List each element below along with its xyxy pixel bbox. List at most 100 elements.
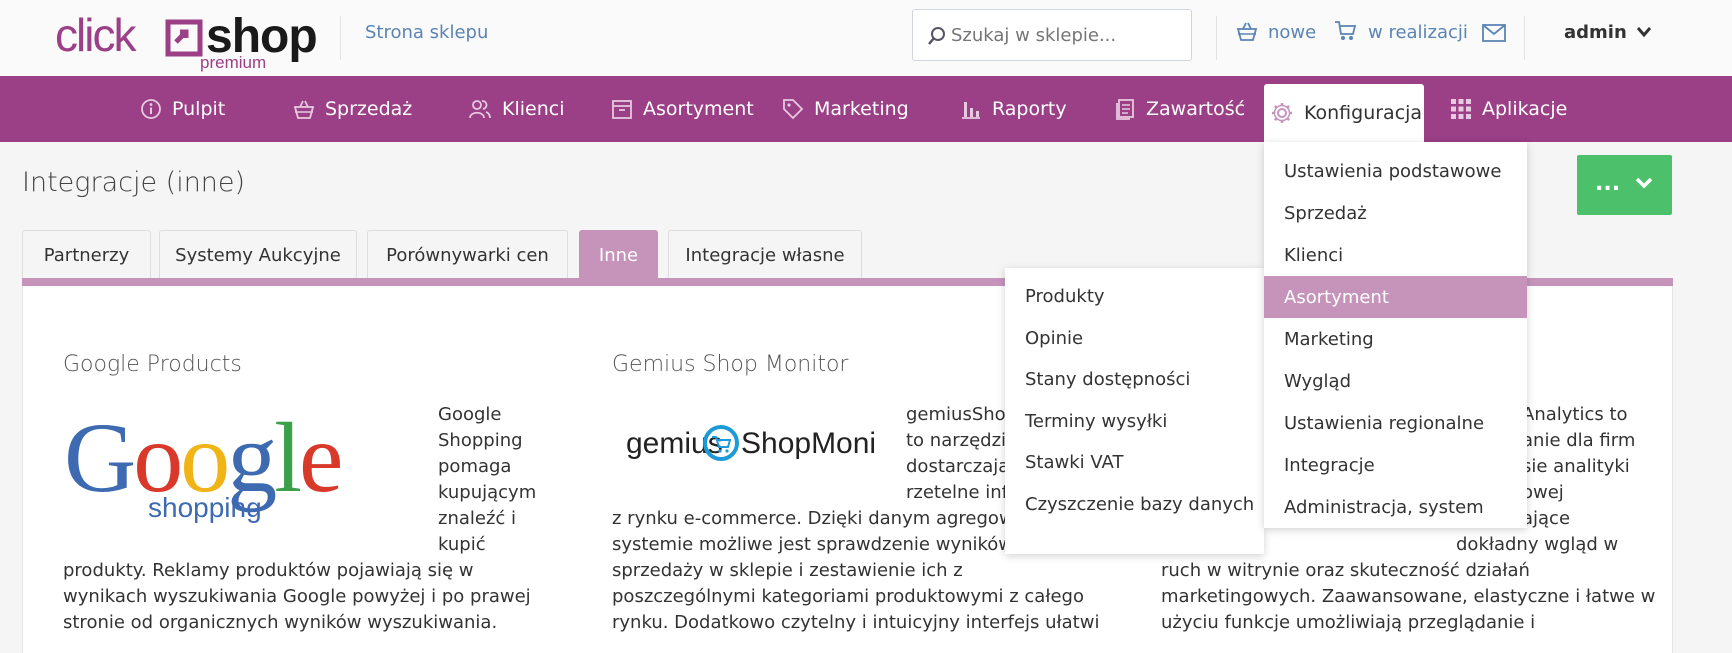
tab-label: Porównywarki cen [386,245,549,266]
user-menu[interactable]: admin [1564,22,1627,43]
text-line: rzetelne inf [906,482,1009,503]
search-input[interactable] [951,22,1181,48]
text-line: dostarczają [906,456,1010,477]
menu-item-integracje[interactable]: Integracje [1264,444,1527,486]
text-line: ruch w witrynie oraz skuteczność działań [1161,560,1530,581]
menu-item-ustawienia-regionalne[interactable]: Ustawienia regionalne [1264,402,1527,444]
nav-label: Sprzedaż [325,98,413,120]
orders-in-progress-link[interactable]: w realizacji [1368,22,1468,43]
nav-item-konfiguracja[interactable]: Konfiguracja [1264,84,1424,142]
info-icon [141,99,161,119]
nav-label: Klienci [502,98,565,120]
text-line: rynku. Dodatkowo czytelny i intuicyjny i… [612,612,1100,633]
page-title: Integracje (inne) [22,167,246,198]
submenu-item-opinie[interactable]: Opinie [1005,318,1264,360]
nav-item-zawartosc[interactable]: Zawartość [1114,76,1245,142]
search-icon [928,27,945,45]
mail-icon[interactable] [1482,24,1506,42]
cart-icon [1335,21,1357,40]
nav-item-klienci[interactable]: Klienci [468,76,564,142]
submenu-item-stany-dostepnosci[interactable]: Stany dostępności [1005,359,1264,401]
text-line: gemiusShop [906,404,1018,425]
nav-label: Zawartość [1146,98,1246,120]
tab-label: Integracje własne [685,245,845,266]
card-text-google: produkty. Reklamy produktów pojawiają si… [63,558,531,636]
konfiguracja-dropdown: Ustawienia podstawowe Sprzedaż Klienci A… [1264,142,1527,528]
text-line: sprzedaży w sklepie i zestawienie ich z [612,560,963,581]
chevron-down-icon [1635,177,1653,189]
card-text-analytics: ruch w witrynie oraz skuteczność działań… [1161,558,1655,636]
tab-inne[interactable]: Inne [579,230,658,280]
text-line: znaleźć i [438,508,517,529]
users-icon [469,100,491,119]
nav-label: Aplikacje [1482,98,1568,120]
basket-icon [1236,22,1258,41]
text-line: kupującym [438,482,537,503]
text-line: Google [438,404,502,425]
chevron-down-icon[interactable] [1636,26,1652,38]
tag-icon [783,99,804,120]
tab-label: Inne [598,245,639,266]
store-link[interactable]: Strona sklepu [365,22,488,43]
text-line: Analytics to [1522,404,1628,425]
tab-label: Systemy Aukcyjne [175,245,341,266]
menu-item-marketing[interactable]: Marketing [1264,318,1527,360]
nav-label: Pulpit [172,98,226,120]
tab-label: Partnerzy [43,245,130,266]
text-line: ające [1522,508,1571,529]
text-line: anie dla firm [1522,430,1636,451]
text-line: pomaga [438,456,512,477]
menu-item-administracja-system[interactable]: Administracja, system [1264,486,1527,528]
card-text-analytics-side: Analytics to anie dla firm sie analityki… [1522,402,1635,532]
asortyment-submenu: Produkty Opinie Stany dostępności Termin… [1005,268,1264,554]
actions-label: ... [1595,171,1621,196]
card-title-google-products: Google Products [63,352,242,377]
submenu-item-czyszczenie-bazy[interactable]: Czyszczenie bazy danych [1005,484,1264,526]
menu-item-asortyment[interactable]: Asortyment [1264,276,1527,318]
text-line: poszczególnymi kategoriami produktowymi … [612,586,1084,607]
bar-chart-icon [962,102,980,119]
text-line: użyciu funkcje umożliwiają przeglądanie … [1161,612,1536,633]
text-line: sie analityki [1522,456,1630,477]
card-title-gemius: Gemius Shop Monitor [612,352,849,377]
nav-item-raporty[interactable]: Raporty [960,76,1067,142]
text-line: Shopping [438,430,523,451]
menu-item-wyglad[interactable]: Wygląd [1264,360,1527,402]
submenu-item-stawki-vat[interactable]: Stawki VAT [1005,442,1264,484]
submenu-item-produkty[interactable]: Produkty [1005,276,1264,318]
divider [340,16,341,60]
clickshop-logo[interactable]: click shop premium [52,8,318,72]
divider [1216,16,1217,60]
grid-icon [1451,99,1471,119]
tab-systemy-aukcyjne[interactable]: Systemy Aukcyjne [159,230,357,280]
menu-item-ustawienia-podstawowe[interactable]: Ustawienia podstawowe [1264,150,1527,192]
tab-partnerzy[interactable]: Partnerzy [22,230,151,280]
search-box[interactable] [912,9,1192,61]
logo-premium-text: premium [200,53,267,72]
text-line: produkty. Reklamy produktów pojawiają si… [63,560,474,581]
text-line: owej [1522,482,1564,503]
actions-dropdown-button[interactable]: ... [1577,155,1672,215]
divider [1524,16,1525,60]
gear-icon [1272,103,1292,123]
menu-item-klienci[interactable]: Klienci [1264,234,1527,276]
nav-item-asortyment[interactable]: Asortyment [611,76,754,142]
nav-item-aplikacje[interactable]: Aplikacje [1450,76,1567,142]
nav-item-pulpit[interactable]: Pulpit [140,76,225,142]
orders-new-link[interactable]: nowe [1268,22,1316,43]
nav-label: Asortyment [643,98,754,120]
logo-mark-icon [165,19,203,57]
text-line: to narzędzi [906,430,1007,451]
text-line: wynikach wyszukiwania Google powyżej i p… [63,586,531,607]
nav-label: Marketing [814,98,909,120]
tab-porownywarki-cen[interactable]: Porównywarki cen [367,230,568,280]
nav-item-marketing[interactable]: Marketing [782,76,909,142]
card-text-gemius-side: gemiusShop to narzędzi dostarczają rzete… [906,402,1017,506]
tab-integracje-wlasne[interactable]: Integracje własne [668,230,862,280]
text-line: stronie od organicznych wyników wyszukiw… [63,612,498,633]
documents-icon [1116,99,1134,120]
logo-click-text: click [55,9,136,61]
submenu-item-terminy-wysylki[interactable]: Terminy wysyłki [1005,401,1264,443]
menu-item-sprzedaz[interactable]: Sprzedaż [1264,192,1527,234]
nav-item-sprzedaz[interactable]: Sprzedaż [293,76,412,142]
